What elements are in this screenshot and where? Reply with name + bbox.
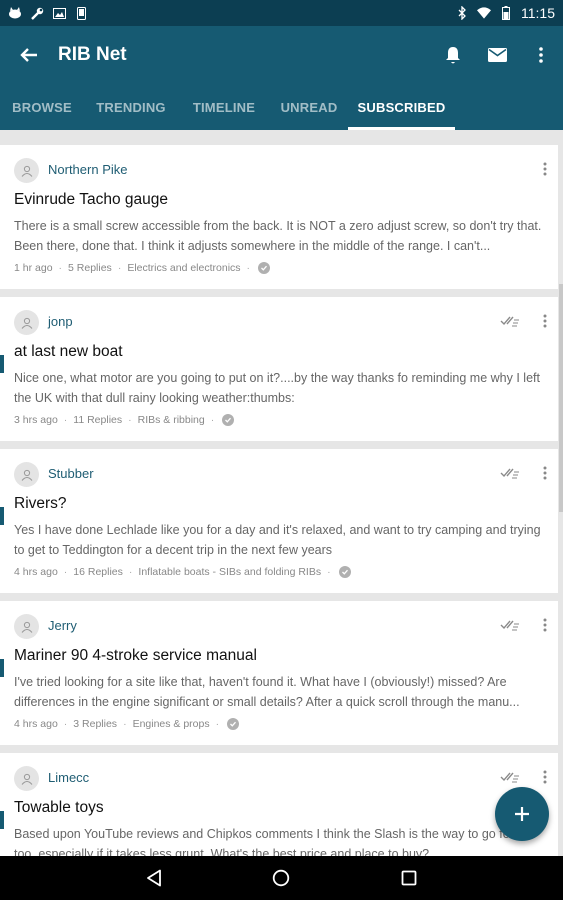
subscribed-check-icon	[338, 566, 351, 578]
tab-trending[interactable]: TRENDING	[84, 84, 178, 130]
thread-card[interactable]: Jerry Mariner 90 4-stroke service manual…	[0, 601, 558, 745]
thread-excerpt: Based upon YouTube reviews and Chipkos c…	[14, 827, 531, 856]
avatar	[14, 158, 39, 183]
thread-author[interactable]: Limecc	[48, 770, 89, 785]
thread-title[interactable]: Evinrude Tacho gauge	[14, 191, 168, 209]
scrollbar[interactable]	[559, 284, 563, 512]
back-nav-icon[interactable]	[134, 858, 174, 898]
thread-title[interactable]: at last new boat	[14, 343, 123, 361]
thread-author[interactable]: Jerry	[48, 618, 77, 633]
thread-title[interactable]: Rivers?	[14, 495, 67, 513]
tab-timeline[interactable]: TIMELINE	[178, 84, 270, 130]
more-vert-icon[interactable]	[538, 613, 552, 637]
thread-meta: 4 hrs ago · 16 Replies · Inflatable boats …	[14, 566, 351, 578]
thread-time: 3 hrs ago	[14, 414, 58, 426]
unread-indicator	[0, 507, 4, 525]
status-time: 11:15	[521, 5, 555, 21]
thread-forum: Inflatable boats - SIBs and folding RIBs	[138, 566, 322, 578]
avatar	[14, 462, 39, 487]
tab-subscribed[interactable]: SUBSCRIBED	[348, 84, 455, 130]
thread-card[interactable]: Stubber Rivers? Yes I have done Lechlade…	[0, 449, 558, 593]
wifi-icon	[477, 6, 491, 20]
status-bar: 11:15	[0, 0, 563, 26]
thread-replies: 11 Replies	[73, 414, 123, 426]
subscribed-check-icon	[222, 414, 235, 426]
mark-read-icon[interactable]	[498, 765, 522, 789]
thread-title[interactable]: Mariner 90 4-stroke service manual	[14, 647, 257, 665]
more-vert-icon[interactable]	[538, 461, 552, 485]
thread-title[interactable]: Towable toys	[14, 799, 104, 817]
bell-icon[interactable]	[431, 26, 475, 84]
battery-icon	[499, 6, 513, 20]
thread-forum: RIBs & ribbing	[137, 414, 205, 426]
thread-card[interactable]: jonp at last new boat Nice one, what mot…	[0, 297, 558, 441]
thread-list: Northern Pike Evinrude Tacho gauge There…	[0, 138, 563, 856]
tab-unread[interactable]: UNREAD	[270, 84, 348, 130]
thread-replies: 3 Replies	[73, 718, 118, 730]
cat-app-icon	[8, 6, 22, 20]
thread-excerpt: Nice one, what motor are you going to pu…	[14, 371, 540, 405]
phone-icon	[74, 6, 88, 20]
unread-indicator	[0, 811, 4, 829]
thread-author[interactable]: Stubber	[48, 466, 94, 481]
more-vert-icon[interactable]	[538, 309, 552, 333]
thread-time: 4 hrs ago	[14, 566, 58, 578]
more-vert-icon[interactable]	[538, 765, 552, 789]
new-topic-button[interactable]	[495, 787, 549, 841]
app-title: RIB Net	[58, 44, 127, 65]
mark-read-icon[interactable]	[498, 309, 522, 333]
thread-card[interactable]: Limecc Towable toys Based upon YouTube r…	[0, 753, 558, 856]
mark-read-icon[interactable]	[498, 461, 522, 485]
recents-nav-icon[interactable]	[389, 858, 429, 898]
thread-replies: 5 Replies	[68, 262, 112, 274]
avatar	[14, 310, 39, 335]
thread-forum: Engines & props	[132, 718, 210, 730]
tab-bar: BROWSE TRENDING TIMELINE UNREAD SUBSCRIB…	[0, 84, 563, 130]
mark-read-icon[interactable]	[498, 613, 522, 637]
tab-browse[interactable]: BROWSE	[0, 84, 84, 130]
system-nav-bar	[0, 856, 563, 900]
thread-excerpt: I've tried looking for a site like that,…	[14, 675, 520, 709]
thread-excerpt: Yes I have done Lechlade like you for a …	[14, 523, 541, 557]
bluetooth-icon	[455, 6, 469, 20]
thread-meta: 3 hrs ago · 11 Replies · RIBs & ribbing ·	[14, 414, 235, 426]
thread-forum: Electrics and electronics	[127, 262, 241, 274]
thread-card[interactable]: Northern Pike Evinrude Tacho gauge There…	[0, 145, 558, 289]
subscribed-check-icon	[227, 718, 240, 730]
unread-indicator	[0, 659, 4, 677]
back-arrow-icon[interactable]	[0, 26, 58, 84]
thread-meta: 1 hr ago · 5 Replies · Electrics and elect…	[14, 262, 271, 274]
avatar	[14, 766, 39, 791]
thread-time: 4 hrs ago	[14, 718, 58, 730]
home-nav-icon[interactable]	[261, 858, 301, 898]
overflow-menu-icon[interactable]	[519, 26, 563, 84]
unread-indicator	[0, 355, 4, 373]
avatar	[14, 614, 39, 639]
wrench-icon	[30, 6, 44, 20]
thread-replies: 16 Replies	[73, 566, 123, 578]
more-vert-icon[interactable]	[538, 157, 552, 181]
plus-icon	[515, 807, 529, 821]
image-icon	[52, 6, 66, 20]
thread-author[interactable]: Northern Pike	[48, 162, 127, 177]
thread-time: 1 hr ago	[14, 262, 53, 274]
thread-author[interactable]: jonp	[48, 314, 73, 329]
thread-excerpt: There is a small screw accessible from t…	[14, 219, 542, 253]
thread-meta: 4 hrs ago · 3 Replies · Engines & props ·	[14, 718, 240, 730]
mail-icon[interactable]	[475, 26, 519, 84]
app-bar: RIB Net	[0, 26, 563, 84]
subscribed-check-icon	[258, 262, 271, 274]
